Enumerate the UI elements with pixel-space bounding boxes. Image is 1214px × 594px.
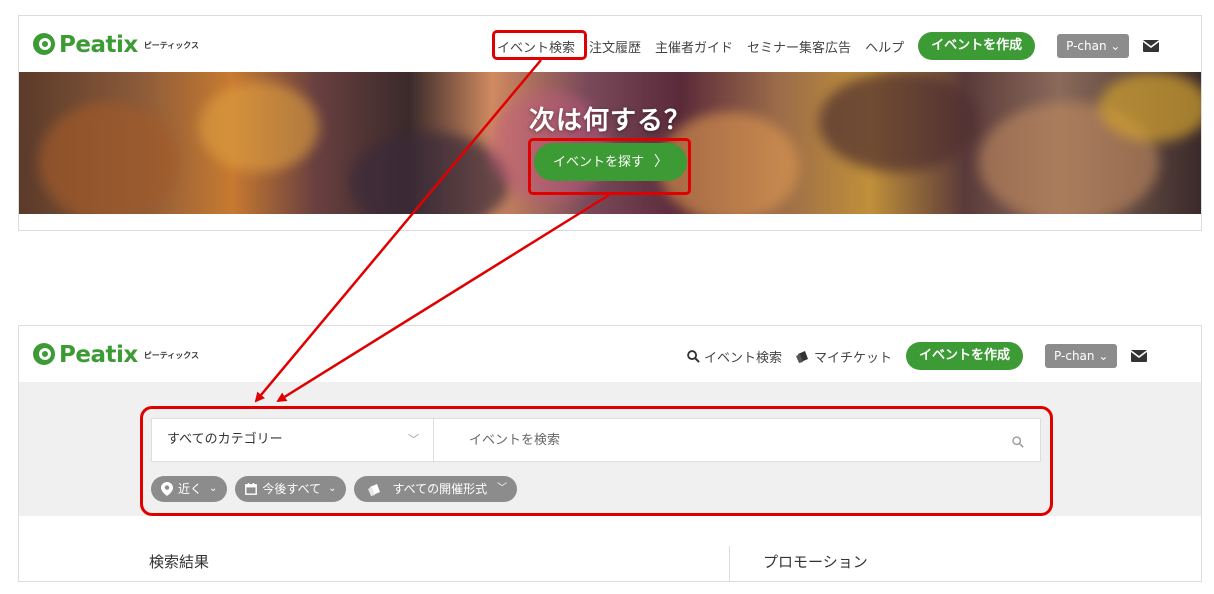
highlight-search-area bbox=[140, 406, 1053, 516]
peatix-logo-mark-icon bbox=[33, 343, 55, 365]
peatix-logo[interactable]: Peatix ピーティックス bbox=[33, 340, 199, 368]
top-header: Peatix ピーティックス イベント検索 注文履歴 主催者ガイド セミナー集客… bbox=[19, 16, 1201, 72]
nav-help[interactable]: ヘルプ bbox=[865, 37, 904, 56]
logo-text: Peatix bbox=[59, 342, 138, 368]
nav-order-history[interactable]: 注文履歴 bbox=[589, 37, 641, 56]
bottom-header: Peatix ピーティックス イベント検索 マイチケット イベントを作成 P-c… bbox=[19, 326, 1201, 382]
mail-icon[interactable] bbox=[1143, 40, 1160, 52]
nav-event-search[interactable]: イベント検索 bbox=[687, 347, 782, 366]
user-menu-button[interactable]: P-chan ⌄ bbox=[1045, 344, 1118, 368]
user-menu-button[interactable]: P-chan ⌄ bbox=[1057, 34, 1130, 58]
top-screenshot-panel: Peatix ピーティックス イベント検索 注文履歴 主催者ガイド セミナー集客… bbox=[18, 15, 1202, 231]
hero-title: 次は何する？ bbox=[528, 106, 691, 136]
ticket-icon bbox=[796, 350, 810, 366]
nav-organizer-guide[interactable]: 主催者ガイド bbox=[655, 37, 733, 56]
highlight-nav-event-search bbox=[492, 30, 587, 60]
create-event-button[interactable]: イベントを作成 bbox=[906, 342, 1024, 370]
nav-seminar-ads[interactable]: セミナー集客広告 bbox=[747, 37, 851, 56]
promotion-heading: プロモーション bbox=[763, 553, 868, 571]
search-results-heading: 検索結果 bbox=[149, 553, 210, 571]
nav-event-search-label: イベント検索 bbox=[704, 350, 783, 366]
search-icon bbox=[687, 349, 700, 366]
peatix-logo-mark-icon bbox=[33, 33, 55, 55]
logo-kana: ピーティックス bbox=[143, 41, 199, 50]
bottom-nav: イベント検索 マイチケット イベントを作成 P-chan ⌄ bbox=[687, 342, 1148, 370]
column-divider bbox=[729, 546, 730, 581]
nav-my-tickets-label: マイチケット bbox=[814, 350, 893, 366]
top-nav: イベント検索 注文履歴 主催者ガイド セミナー集客広告 ヘルプ イベントを作成 … bbox=[497, 32, 1160, 60]
create-event-button[interactable]: イベントを作成 bbox=[918, 32, 1036, 60]
logo-kana: ピーティックス bbox=[143, 351, 199, 360]
mail-icon[interactable] bbox=[1131, 350, 1148, 362]
logo-text: Peatix bbox=[59, 32, 138, 58]
nav-my-tickets[interactable]: マイチケット bbox=[796, 347, 892, 366]
peatix-logo[interactable]: Peatix ピーティックス bbox=[33, 30, 199, 58]
highlight-find-events-button bbox=[528, 138, 691, 195]
